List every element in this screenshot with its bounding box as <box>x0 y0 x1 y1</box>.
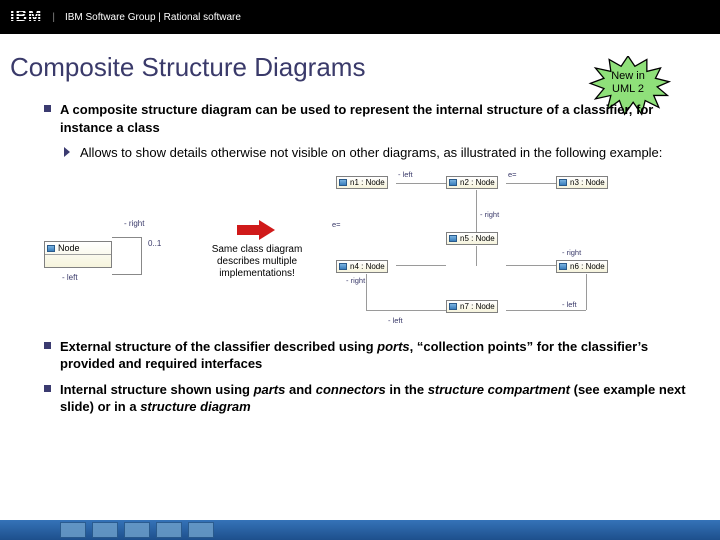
header-separator: | <box>52 12 55 23</box>
class-icon <box>47 245 55 252</box>
lab-left: - left <box>398 170 413 179</box>
b4-em-parts: parts <box>254 382 286 397</box>
footer-thumb <box>124 522 150 538</box>
badge-line2: UML 2 <box>612 83 644 95</box>
bullet-parts-connectors: Internal structure shown using parts and… <box>44 381 686 416</box>
node-n2-label: n2 : Node <box>460 178 495 187</box>
lab-e2: e= <box>332 220 341 229</box>
ibm-logo: IBM <box>10 8 42 26</box>
node-n3: n3 : Node <box>556 176 608 189</box>
footer-thumb <box>92 522 118 538</box>
node-n4: n4 : Node <box>336 260 388 273</box>
class-icon <box>339 263 347 270</box>
arrow-caption: Same class diagram describes multiple im… <box>192 244 322 280</box>
lab-right3: - right <box>346 276 365 285</box>
class-icon <box>559 263 567 270</box>
node-n6: n6 : Node <box>556 260 608 273</box>
multiplicity-label: 0..1 <box>148 239 161 248</box>
header-bar: IBM | IBM Software Group | Rational soft… <box>0 0 720 34</box>
lab-right2: - right <box>562 248 581 257</box>
footer-thumb <box>60 522 86 538</box>
class-icon <box>449 179 457 186</box>
slide-body: A composite structure diagram can be use… <box>0 89 720 416</box>
b3-text: External structure of the classifier des… <box>60 339 377 354</box>
b4-em-connectors: connectors <box>316 382 386 397</box>
b4-text2: and <box>285 382 315 397</box>
node-n2: n2 : Node <box>446 176 498 189</box>
node-n5: n5 : Node <box>446 232 498 245</box>
node-n7-label: n7 : Node <box>460 302 495 311</box>
footer-bar <box>0 520 720 540</box>
class-icon <box>339 179 347 186</box>
b3-em-ports: ports <box>377 339 410 354</box>
lab-left2: - left <box>388 316 403 325</box>
node-n4-label: n4 : Node <box>350 262 385 271</box>
lab-right: - right <box>480 210 499 219</box>
node-n5-label: n5 : Node <box>460 234 495 243</box>
red-arrow-icon <box>237 220 277 240</box>
bullet-ports: External structure of the classifier des… <box>44 338 686 373</box>
b4-em-structure-diagram: structure diagram <box>140 399 251 414</box>
class-diagram-left: Node - right 0..1 - left <box>44 215 184 285</box>
bullet-intro: A composite structure diagram can be use… <box>44 101 686 136</box>
node-n6-label: n6 : Node <box>570 262 605 271</box>
bullet-detail: Allows to show details otherwise not vis… <box>64 144 686 162</box>
role-left-label: - left <box>62 273 78 282</box>
node-n7: n7 : Node <box>446 300 498 313</box>
class-icon <box>449 235 457 242</box>
footer-thumb <box>156 522 182 538</box>
class-name: Node <box>58 243 80 253</box>
footer-thumb <box>188 522 214 538</box>
class-icon <box>559 179 567 186</box>
object-diagram-right: n1 : Node n2 : Node n3 : Node - left e= … <box>330 170 640 330</box>
role-right-label: - right <box>124 219 144 228</box>
b4-text: Internal structure shown using <box>60 382 254 397</box>
self-association-line <box>112 237 142 275</box>
lab-e: e= <box>508 170 517 179</box>
node-n1: n1 : Node <box>336 176 388 189</box>
badge-line1: New in <box>611 70 645 82</box>
header-breadcrumb: IBM Software Group | Rational software <box>65 12 241 23</box>
b4-em-structure-compartment: structure compartment <box>428 382 570 397</box>
b4-text3: in the <box>386 382 428 397</box>
arrow-block: Same class diagram describes multiple im… <box>192 220 322 280</box>
node-n1-label: n1 : Node <box>350 178 385 187</box>
class-icon <box>449 303 457 310</box>
lab-left3: - left <box>562 300 577 309</box>
node-n3-label: n3 : Node <box>570 178 605 187</box>
diagram-area: Node - right 0..1 - left Same class diag… <box>44 170 686 330</box>
